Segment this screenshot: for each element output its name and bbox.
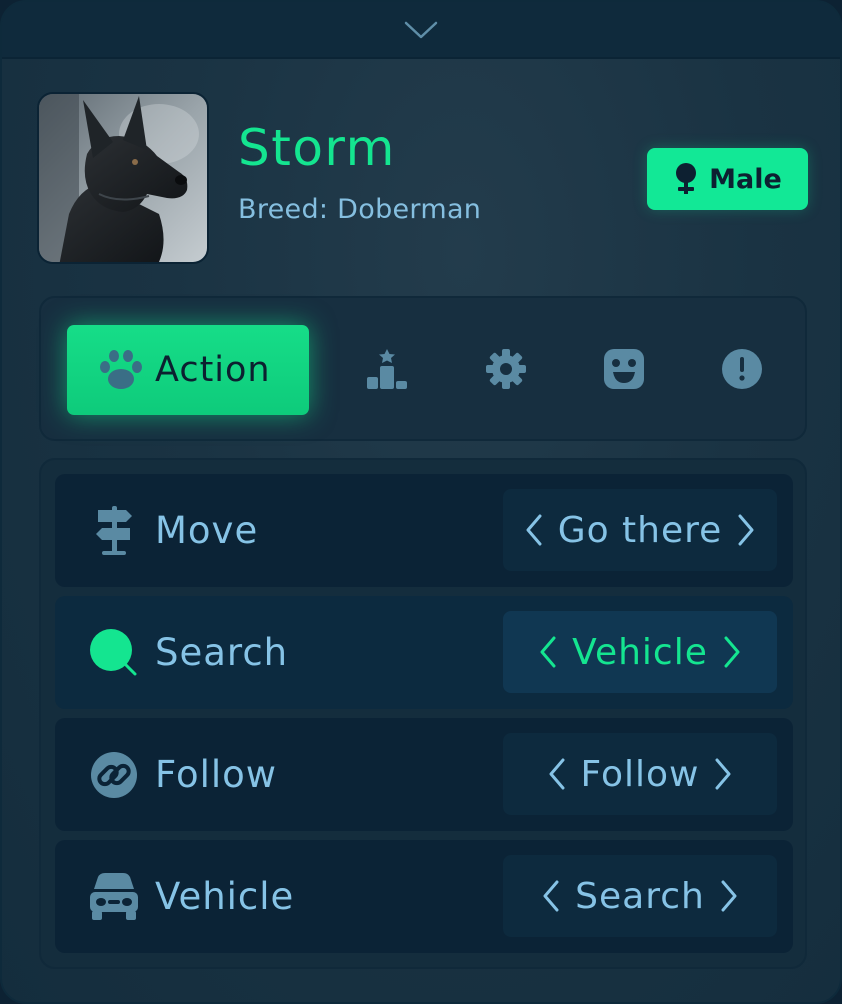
paw-icon bbox=[100, 350, 142, 389]
tab-settings[interactable] bbox=[482, 345, 530, 393]
tab-mood[interactable] bbox=[600, 345, 648, 393]
chevron-down-icon[interactable] bbox=[404, 21, 438, 39]
gender-badge: Male bbox=[647, 148, 808, 210]
action-value: Vehicle bbox=[572, 631, 708, 673]
tab-ranking[interactable] bbox=[363, 345, 411, 393]
car-icon bbox=[89, 872, 139, 922]
action-row-search[interactable]: Search Vehicle bbox=[55, 596, 793, 709]
action-row-follow[interactable]: Follow Follow bbox=[55, 718, 793, 831]
action-label: Search bbox=[155, 631, 289, 674]
collapse-bar[interactable] bbox=[2, 2, 840, 59]
tab-action-label: Action bbox=[155, 350, 271, 390]
action-value: Search bbox=[575, 875, 705, 917]
action-row-move[interactable]: Move Go there bbox=[55, 474, 793, 587]
pet-breed: Breed: Doberman bbox=[238, 194, 482, 225]
chevron-left-icon[interactable] bbox=[547, 757, 567, 791]
action-selector: Search bbox=[503, 855, 777, 937]
action-value: Follow bbox=[580, 753, 700, 795]
action-label: Follow bbox=[155, 753, 278, 796]
pet-name: Storm bbox=[238, 119, 396, 177]
chevron-right-icon[interactable] bbox=[722, 635, 742, 669]
action-selector: Go there bbox=[503, 489, 777, 571]
chevron-right-icon[interactable] bbox=[736, 513, 756, 547]
pet-avatar bbox=[37, 92, 209, 264]
chevron-left-icon[interactable] bbox=[524, 513, 544, 547]
smile-icon bbox=[604, 349, 644, 389]
chevron-left-icon[interactable] bbox=[541, 879, 561, 913]
chevron-right-icon[interactable] bbox=[713, 757, 733, 791]
gender-icon bbox=[676, 163, 697, 194]
action-label: Vehicle bbox=[155, 875, 295, 918]
doberman-photo bbox=[39, 94, 207, 262]
alert-icon bbox=[722, 349, 762, 389]
action-value: Go there bbox=[557, 509, 723, 551]
search-icon bbox=[89, 628, 139, 678]
pet-control-panel: Storm Breed: Doberman Male Action Move G… bbox=[0, 0, 842, 1004]
tab-alerts[interactable] bbox=[718, 345, 766, 393]
signpost-icon bbox=[89, 506, 139, 556]
tab-action[interactable]: Action bbox=[67, 325, 309, 415]
gear-icon bbox=[486, 349, 526, 389]
tab-bar: Action bbox=[39, 296, 807, 441]
podium-icon bbox=[367, 349, 407, 389]
gender-label: Male bbox=[709, 163, 782, 195]
action-selector: Vehicle bbox=[503, 611, 777, 693]
action-list: Move Go there Search Vehicle Follow Foll… bbox=[39, 458, 807, 969]
action-row-vehicle[interactable]: Vehicle Search bbox=[55, 840, 793, 953]
link-icon bbox=[89, 750, 139, 800]
chevron-right-icon[interactable] bbox=[719, 879, 739, 913]
chevron-left-icon[interactable] bbox=[538, 635, 558, 669]
action-label: Move bbox=[155, 509, 259, 552]
action-selector: Follow bbox=[503, 733, 777, 815]
